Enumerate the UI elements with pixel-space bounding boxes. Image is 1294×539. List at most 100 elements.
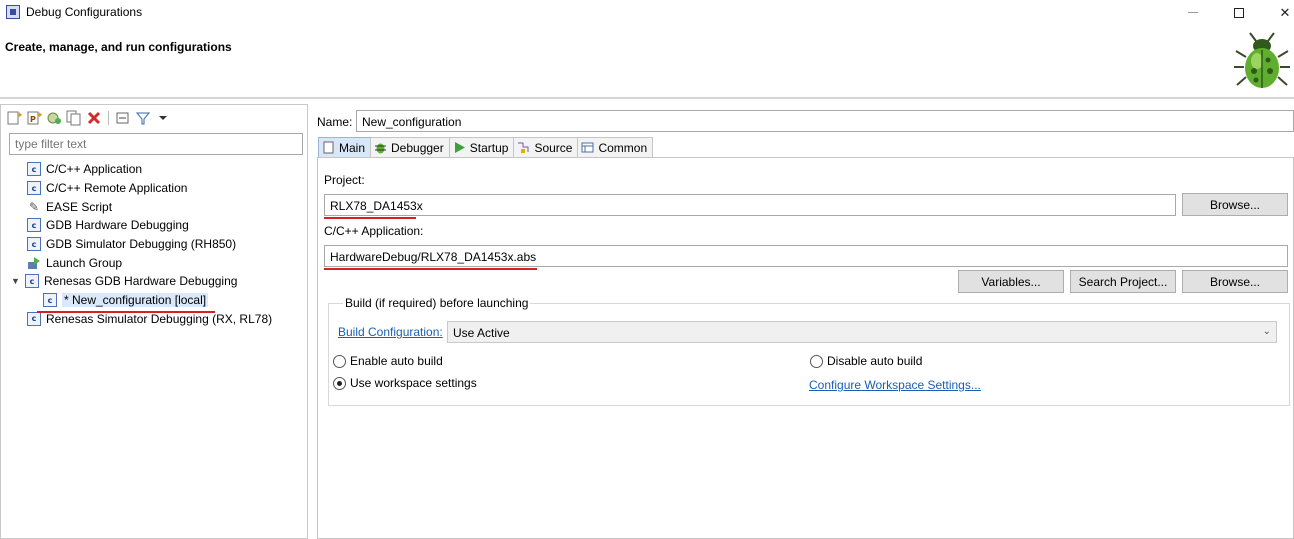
new-configuration-icon[interactable]: ✦ — [6, 110, 24, 126]
project-field[interactable]: RLX78_DA1453x — [324, 194, 1176, 216]
bug-small-icon — [374, 141, 387, 154]
c-config-icon: c — [27, 311, 41, 326]
radio-label: Use workspace settings — [350, 376, 477, 390]
tab-debugger[interactable]: Debugger — [370, 137, 450, 157]
tree-item-label: C/C++ Application — [46, 162, 143, 177]
tree-item-label: C/C++ Remote Application — [46, 181, 188, 196]
build-configuration-select[interactable]: Use Active ⌄ — [447, 321, 1277, 343]
source-icon — [517, 141, 530, 154]
project-label: Project: — [324, 173, 365, 187]
banner-separator — [0, 97, 1294, 99]
view-menu-icon[interactable] — [155, 110, 171, 126]
build-configuration-value: Use Active — [453, 326, 510, 340]
header-banner: Create, manage, and run configurations — [0, 25, 1294, 97]
tab-startup[interactable]: Startup — [448, 137, 515, 157]
collapse-all-icon[interactable] — [115, 110, 131, 126]
c-config-icon: c — [27, 218, 41, 233]
main-tab-icon — [322, 141, 335, 154]
tree-item-label: GDB Simulator Debugging (RH850) — [46, 237, 237, 252]
name-input[interactable]: New_configuration — [356, 110, 1294, 132]
c-config-icon: c — [27, 181, 41, 196]
tree-item-gdb-simulator-debugging[interactable]: c GDB Simulator Debugging (RH850) — [9, 235, 305, 254]
radio-label: Disable auto build — [827, 354, 923, 368]
chevron-down-icon: ⌄ — [1262, 326, 1271, 337]
build-group-title: Build (if required) before launching — [343, 296, 531, 310]
tree-item-cpp-remote-application[interactable]: c C/C++ Remote Application — [9, 179, 305, 198]
svg-text:✦: ✦ — [16, 111, 22, 121]
tab-label: Debugger — [391, 140, 444, 155]
radio-indicator — [810, 354, 823, 368]
window-title: Debug Configurations — [26, 5, 143, 19]
title-bar: Debug Configurations ✕ — [0, 0, 1294, 25]
application-field[interactable]: HardwareDebug/RLX78_DA1453x.abs — [324, 245, 1288, 267]
tree-item-label: Renesas GDB Hardware Debugging — [44, 274, 238, 289]
tree-item-new-configuration[interactable]: c * New_configuration [local] — [9, 291, 305, 310]
main-tab-content: Project: RLX78_DA1453x Browse... C/C++ A… — [317, 157, 1294, 539]
name-label: Name: — [317, 115, 353, 129]
maximize-icon — [1234, 7, 1244, 18]
tree-item-launch-group[interactable]: Launch Group — [9, 253, 305, 272]
build-configuration-link[interactable]: Build Configuration: — [338, 325, 443, 339]
minimize-icon — [1188, 12, 1198, 13]
c-config-icon: c — [43, 293, 57, 308]
tab-label: Common — [598, 140, 648, 155]
radio-indicator — [333, 354, 346, 368]
tree-item-label: Renesas Simulator Debugging (RX, RL78) — [46, 311, 273, 326]
tree-item-ease-script[interactable]: ✎ EASE Script — [9, 197, 305, 216]
duplicate-icon[interactable] — [66, 110, 82, 126]
search-project-button[interactable]: Search Project... — [1070, 270, 1176, 293]
filter-icon[interactable] — [135, 110, 151, 126]
tree-item-label: EASE Script — [46, 199, 113, 214]
radio-label: Enable auto build — [350, 354, 443, 368]
application-browse-button[interactable]: Browse... — [1182, 270, 1288, 293]
chevron-down-icon[interactable]: ▼ — [11, 276, 23, 286]
common-icon — [581, 141, 594, 154]
project-browse-button[interactable]: Browse... — [1182, 193, 1288, 216]
configure-workspace-settings-link[interactable]: Configure Workspace Settings... — [809, 378, 981, 392]
tree-item-label: GDB Hardware Debugging — [46, 218, 189, 233]
new-prototype-icon[interactable]: P ✦ — [26, 110, 44, 126]
bug-icon — [1234, 32, 1290, 88]
application-underline — [324, 268, 537, 270]
c-config-icon: c — [25, 274, 39, 289]
c-config-icon: c — [27, 162, 41, 177]
build-group: Build (if required) before launching Bui… — [328, 296, 1290, 406]
configuration-editor: Name: New_configuration Main Debugger St… — [314, 104, 1294, 539]
banner-title: Create, manage, and run configurations — [5, 40, 232, 54]
tab-common[interactable]: Common — [577, 137, 654, 157]
c-config-icon: c — [27, 237, 41, 252]
maximize-button[interactable] — [1216, 0, 1262, 25]
tab-main[interactable]: Main — [318, 137, 372, 157]
configuration-tree: c C/C++ Application c C/C++ Remote Appli… — [9, 160, 305, 328]
highlight-underline — [37, 311, 215, 313]
play-icon — [453, 141, 466, 154]
export-icon[interactable] — [46, 110, 62, 126]
tab-source[interactable]: Source — [513, 137, 579, 157]
tab-bar: Main Debugger Startup Source Common — [318, 137, 654, 157]
toolbar-separator — [108, 111, 109, 125]
close-button[interactable]: ✕ — [1262, 0, 1294, 25]
disable-auto-build-radio[interactable]: Disable auto build — [810, 354, 922, 368]
configuration-list-panel: ✦ P✦ c C/C++ Application c — [0, 104, 308, 539]
filter-input[interactable] — [9, 133, 303, 155]
tree-item-label: Launch Group — [46, 255, 123, 270]
svg-text:✦: ✦ — [36, 111, 42, 121]
variables-button[interactable]: Variables... — [958, 270, 1064, 293]
launch-group-icon — [27, 256, 41, 270]
tab-label: Main — [339, 140, 366, 155]
application-label: C/C++ Application: — [324, 224, 424, 238]
close-icon: ✕ — [1279, 4, 1291, 20]
tab-label: Startup — [469, 140, 509, 155]
tab-label: Source — [534, 140, 573, 155]
use-workspace-settings-radio[interactable]: Use workspace settings — [333, 376, 477, 390]
tree-item-cpp-application[interactable]: c C/C++ Application — [9, 160, 305, 179]
tree-item-renesas-gdb-hardware-debugging[interactable]: ▼ c Renesas GDB Hardware Debugging — [9, 272, 305, 291]
script-icon: ✎ — [28, 199, 40, 214]
delete-icon[interactable] — [86, 110, 102, 126]
minimize-button[interactable] — [1170, 0, 1216, 25]
tree-item-gdb-hardware-debugging[interactable]: c GDB Hardware Debugging — [9, 216, 305, 235]
radio-indicator — [333, 376, 346, 390]
app-icon — [6, 5, 20, 19]
enable-auto-build-radio[interactable]: Enable auto build — [333, 354, 443, 368]
list-toolbar: ✦ P ✦ — [6, 109, 171, 127]
